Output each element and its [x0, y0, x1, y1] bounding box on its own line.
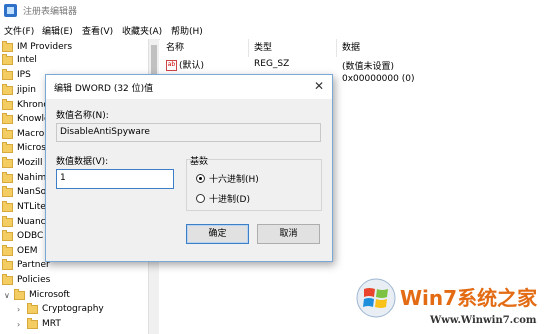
folder-icon: [2, 127, 13, 139]
column-header-name[interactable]: 名称: [166, 39, 249, 57]
folder-icon: [2, 244, 13, 256]
folder-icon: [27, 317, 38, 329]
folder-icon: [2, 200, 13, 212]
tree-item[interactable]: ODBC: [2, 228, 43, 244]
folder-icon: [2, 185, 13, 197]
tree-item[interactable]: Micros: [2, 140, 46, 156]
value-data-input[interactable]: 1: [56, 169, 174, 189]
folder-icon: [2, 171, 13, 183]
string-value-icon: ab: [166, 60, 177, 71]
tree-item[interactable]: Knowle: [2, 111, 50, 127]
windows-logo-icon: [356, 278, 396, 318]
close-icon[interactable]: ✕: [314, 79, 324, 93]
folder-icon: [2, 112, 13, 124]
tree-item[interactable]: Partner: [2, 257, 50, 273]
list-row-data: 0x00000000 (0): [342, 74, 415, 84]
folder-icon: [2, 40, 13, 52]
folder-icon: [2, 53, 13, 65]
watermark: Win7系统之家 Www.Winwin7.com: [355, 272, 550, 334]
tree-item[interactable]: Policies: [2, 272, 50, 288]
expand-arrow-icon[interactable]: ∨: [4, 291, 12, 300]
tree-item[interactable]: Mozill: [2, 155, 43, 171]
cancel-button[interactable]: 取消: [257, 224, 320, 244]
menu-favorites[interactable]: 收藏夹(A): [122, 24, 162, 37]
tree-item[interactable]: NTLite: [2, 199, 46, 215]
folder-icon: [14, 288, 25, 300]
tree-item[interactable]: IPS: [2, 67, 31, 83]
title-bar: 注册表编辑器: [0, 0, 550, 22]
folder-icon: [2, 258, 13, 270]
column-header-type[interactable]: 类型: [254, 39, 337, 57]
folder-icon: [2, 141, 13, 153]
menu-view[interactable]: 查看(V): [82, 24, 113, 37]
folder-icon: [2, 273, 13, 285]
menu-file[interactable]: 文件(F): [4, 24, 34, 37]
dialog-title-bar: 编辑 DWORD (32 位)值 ✕: [46, 75, 332, 99]
folder-icon: [2, 156, 13, 168]
menu-bar: 文件(F) 编辑(E) 查看(V) 收藏夹(A) 帮助(H): [0, 22, 550, 40]
list-row-name[interactable]: ab (默认): [166, 58, 204, 71]
list-row-type: REG_SZ: [254, 59, 290, 69]
tree-item[interactable]: jipin: [2, 82, 36, 98]
watermark-url: Www.Winwin7.com: [430, 315, 537, 326]
radio-decimal[interactable]: 十进制(D): [196, 192, 250, 205]
radio-decimal-dot[interactable]: [196, 194, 205, 203]
folder-icon: [2, 83, 13, 95]
tree-item[interactable]: › Cryptography: [17, 301, 104, 317]
ok-button[interactable]: 确定: [186, 224, 249, 244]
value-name-field[interactable]: DisableAntiSpyware: [56, 123, 321, 142]
collapse-arrow-icon[interactable]: ›: [17, 320, 25, 329]
tree-item[interactable]: NanSo: [2, 184, 46, 200]
folder-icon: [27, 302, 38, 314]
edit-dword-dialog: 编辑 DWORD (32 位)值 ✕ 数值名称(N): DisableAntiS…: [45, 74, 333, 262]
tree-item[interactable]: › MRT: [17, 316, 61, 332]
folder-icon: [2, 98, 13, 110]
folder-icon: [2, 229, 13, 241]
dialog-title: 编辑 DWORD (32 位)值: [54, 84, 154, 94]
radio-hex[interactable]: 十六进制(H): [196, 172, 259, 185]
folder-icon: [2, 215, 13, 227]
registry-editor-icon: [4, 4, 17, 17]
collapse-arrow-icon[interactable]: ›: [17, 305, 25, 314]
column-header-data[interactable]: 数据: [342, 39, 442, 57]
watermark-brand: Win7系统之家: [400, 286, 538, 310]
value-data-label: 数值数据(V):: [56, 157, 109, 167]
folder-icon: [2, 68, 13, 80]
menu-edit[interactable]: 编辑(E): [42, 24, 73, 37]
radio-hex-dot[interactable]: [196, 174, 205, 183]
list-row-data: (数值未设置): [342, 62, 395, 72]
tree-item[interactable]: Intel: [2, 52, 37, 68]
menu-help[interactable]: 帮助(H): [171, 24, 203, 37]
window-title: 注册表编辑器: [23, 7, 78, 17]
value-name-label: 数值名称(N):: [56, 111, 109, 121]
